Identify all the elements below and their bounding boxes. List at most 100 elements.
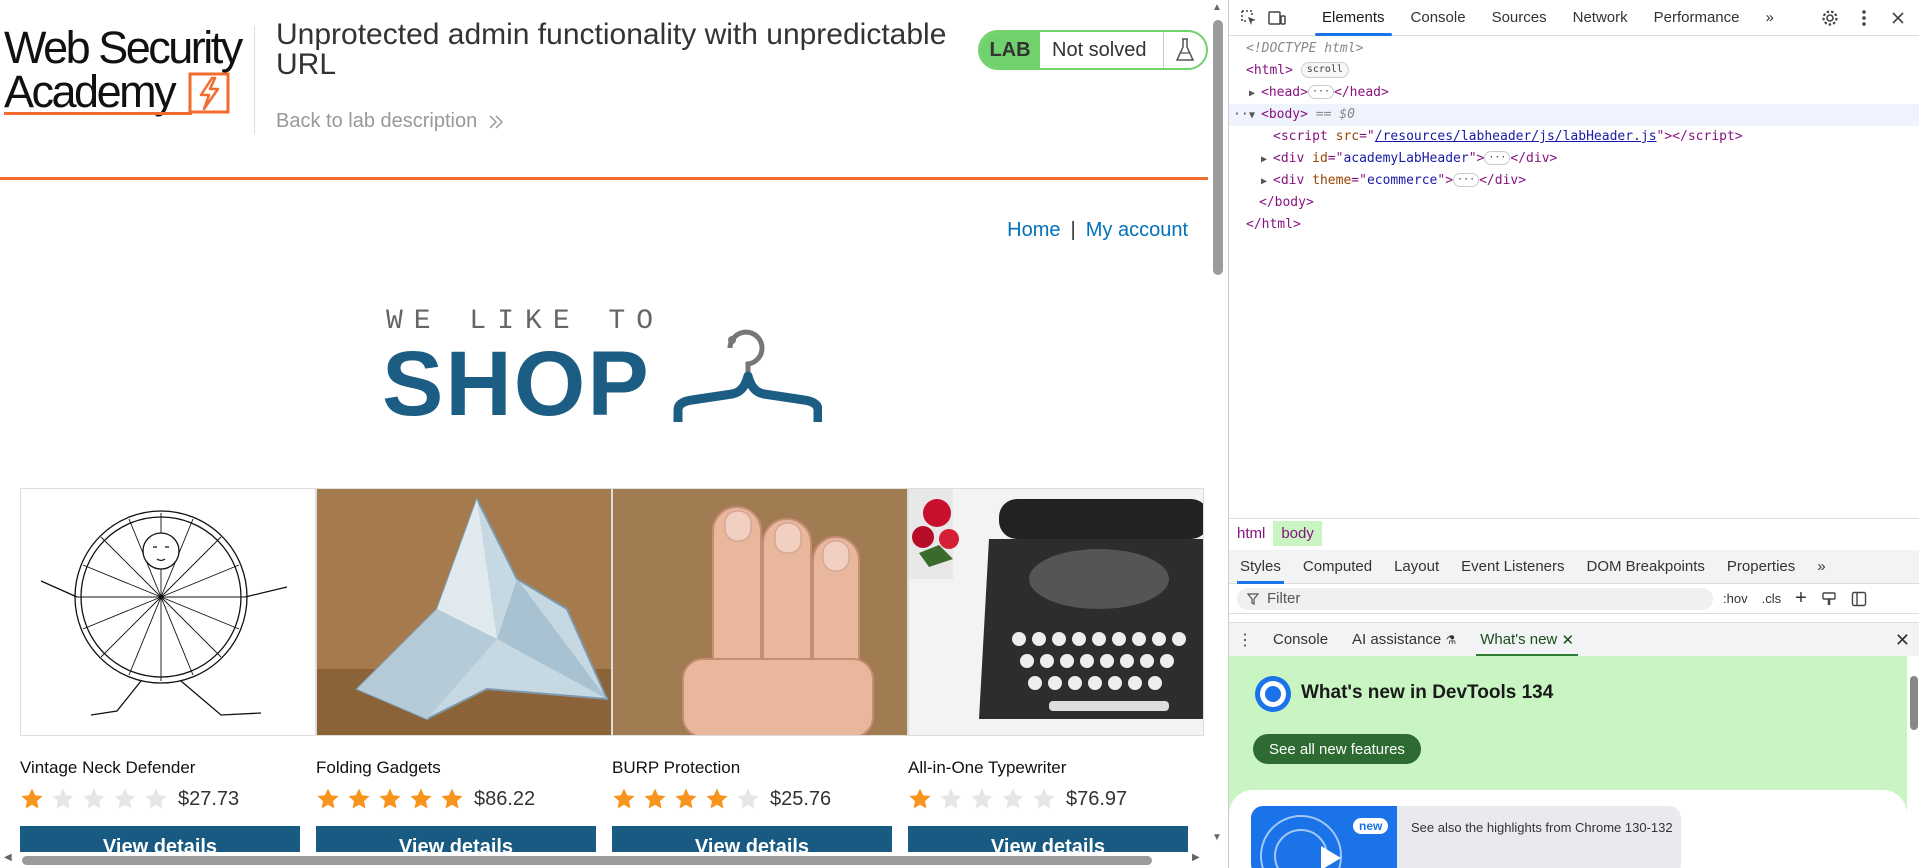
device-toolbar-icon[interactable] [1263,4,1291,32]
dom-body-close[interactable]: </body> [1229,192,1919,214]
body-close-tag: </body> [1259,195,1314,210]
highlights-thumbnail [1251,806,1397,868]
star-filled-icon [441,788,463,809]
top-navigation: Home | My account [1007,219,1188,242]
tab-styles[interactable]: Styles [1229,550,1292,584]
flask-icon[interactable] [1164,32,1206,68]
drawer-tab-whats-new[interactable]: What's new ✕ [1468,623,1586,657]
inspect-element-icon[interactable] [1235,4,1263,32]
close-tab-icon[interactable]: ✕ [1561,631,1574,649]
dom-html-close[interactable]: </html> [1229,214,1919,236]
ellipsis-badge[interactable]: ··· [1484,151,1511,165]
div-id-value: academyLabHeader [1343,151,1469,166]
lightning-bolt-icon [188,72,230,114]
close-drawer-icon[interactable]: ✕ [1895,630,1910,651]
scroll-up-arrow-icon[interactable]: ▲ [1212,2,1222,13]
tab-computed[interactable]: Computed [1292,550,1383,584]
product-price: $25.76 [770,787,832,810]
paint-brush-icon[interactable] [1821,591,1837,607]
highlights-caption: See also the highlights from Chrome 130-… [1411,820,1673,835]
scroll-down-arrow-icon[interactable]: ▼ [1212,832,1222,843]
back-to-lab-description-link[interactable]: Back to lab description [276,110,505,133]
whats-new-panel: What's new in DevTools 134 See all new f… [1229,656,1907,868]
my-account-link[interactable]: My account [1086,219,1188,242]
horizontal-scrollbar[interactable]: ◀ ▶ [0,852,1208,868]
star-empty-icon [1002,788,1024,809]
tab-event-listeners[interactable]: Event Listeners [1450,550,1575,584]
dom-head-node[interactable]: ▶ <head> ··· </head> [1229,82,1919,104]
star-empty-icon [940,788,962,809]
doctype-text: <!DOCTYPE html> [1246,41,1364,56]
tab-console[interactable]: Console [1398,0,1479,36]
product-meta: $86.22 [316,784,612,814]
header-divider [254,26,255,134]
tab-network[interactable]: Network [1560,0,1641,36]
tab-properties[interactable]: Properties [1716,550,1806,584]
drawer-tab-ai-assistance[interactable]: AI assistance ⚗ [1340,623,1468,657]
filter-placeholder: Filter [1267,590,1301,607]
tab-dom-breakpoints[interactable]: DOM Breakpoints [1576,550,1716,584]
scroll-right-arrow-icon[interactable]: ▶ [1192,852,1200,863]
new-badge: new [1353,818,1389,834]
drawer-tab-console[interactable]: Console [1261,623,1340,657]
kebab-menu-icon[interactable] [1850,4,1878,32]
devtools-main-tabs: Elements Console Sources Network Perform… [1309,0,1787,36]
drawer-menu-icon[interactable]: ⋮ [1229,630,1261,650]
expand-triangle-icon[interactable]: ▶ [1261,171,1273,193]
close-icon[interactable] [1884,4,1912,32]
hov-toggle[interactable]: :hov [1723,591,1748,606]
new-style-rule-plus-icon[interactable]: + [1795,587,1807,610]
styles-filter-bar: Filter :hov .cls + [1229,584,1919,614]
drawer-scrollbar[interactable] [1907,656,1919,868]
tab-layout[interactable]: Layout [1383,550,1450,584]
web-security-academy-logo[interactable]: Web Security Academy [4,25,254,116]
double-chevron-right-icon [489,114,504,129]
scroll-left-arrow-icon[interactable]: ◀ [4,852,12,863]
flask-icon: ⚗ [1445,632,1457,647]
horizontal-scroll-thumb[interactable] [22,856,1152,865]
dom-html-node[interactable]: <html> scroll [1229,60,1919,82]
ellipsis-badge[interactable]: ··· [1307,85,1335,99]
expand-triangle-icon[interactable]: ▶ [1261,149,1273,171]
vertical-scroll-thumb[interactable] [1213,20,1223,275]
drawer-scroll-thumb[interactable] [1910,676,1918,730]
product-image-neck-defender[interactable] [20,488,316,736]
devtools-toolbar: Elements Console Sources Network Perform… [1229,0,1919,36]
toggle-sidebar-icon[interactable] [1851,591,1867,607]
dom-body-node[interactable]: ···▼ <body> == $0 [1229,104,1919,126]
star-empty-icon [83,788,105,809]
product-name: BURP Protection [612,758,741,777]
home-link[interactable]: Home [1007,219,1060,242]
more-subtabs-chevron-icon[interactable]: » [1806,550,1836,584]
html-open-tag: <html> [1246,63,1293,78]
ellipsis-badge[interactable]: ··· [1453,173,1480,187]
product-price: $27.73 [178,787,240,810]
dom-lab-header-div[interactable]: ▶ <div id="academyLabHeader"> ··· </div> [1229,148,1919,170]
scroll-badge[interactable]: scroll [1300,62,1349,78]
dom-theme-div[interactable]: ▶ <div theme="ecommerce"> ··· </div> [1229,170,1919,192]
see-all-new-features-button[interactable]: See all new features [1253,734,1421,764]
tab-elements[interactable]: Elements [1309,0,1398,36]
collapse-triangle-icon[interactable]: ▼ [1249,105,1261,127]
star-filled-icon [348,788,370,809]
settings-gear-icon[interactable] [1816,4,1844,32]
dom-script-node[interactable]: <script src="/resources/labheader/js/lab… [1229,126,1919,148]
more-options-dots-icon[interactable]: ··· [1233,104,1256,126]
vertical-scrollbar[interactable]: ▲ ▼ [1208,0,1228,868]
expand-triangle-icon[interactable]: ▶ [1249,83,1261,105]
star-filled-icon [644,788,666,809]
styles-filter-input[interactable]: Filter [1237,587,1713,610]
script-src-link[interactable]: /resources/labheader/js/labHeader.js [1375,129,1657,144]
back-link-label: Back to lab description [276,110,478,132]
product-image-burp-protection[interactable] [612,488,908,736]
cls-toggle[interactable]: .cls [1762,591,1782,606]
tab-performance[interactable]: Performance [1641,0,1753,36]
tab-sources[interactable]: Sources [1479,0,1560,36]
product-image-folding-gadgets[interactable] [316,488,612,736]
breadcrumb-html[interactable]: html [1229,521,1273,546]
dom-doctype[interactable]: <!DOCTYPE html> [1229,38,1919,60]
breadcrumb-body[interactable]: body [1273,521,1322,546]
chrome-highlights-item[interactable]: new See also the highlights from Chrome … [1251,806,1681,868]
more-tabs-chevron-icon[interactable]: » [1753,0,1787,36]
product-image-typewriter[interactable] [908,488,1204,736]
